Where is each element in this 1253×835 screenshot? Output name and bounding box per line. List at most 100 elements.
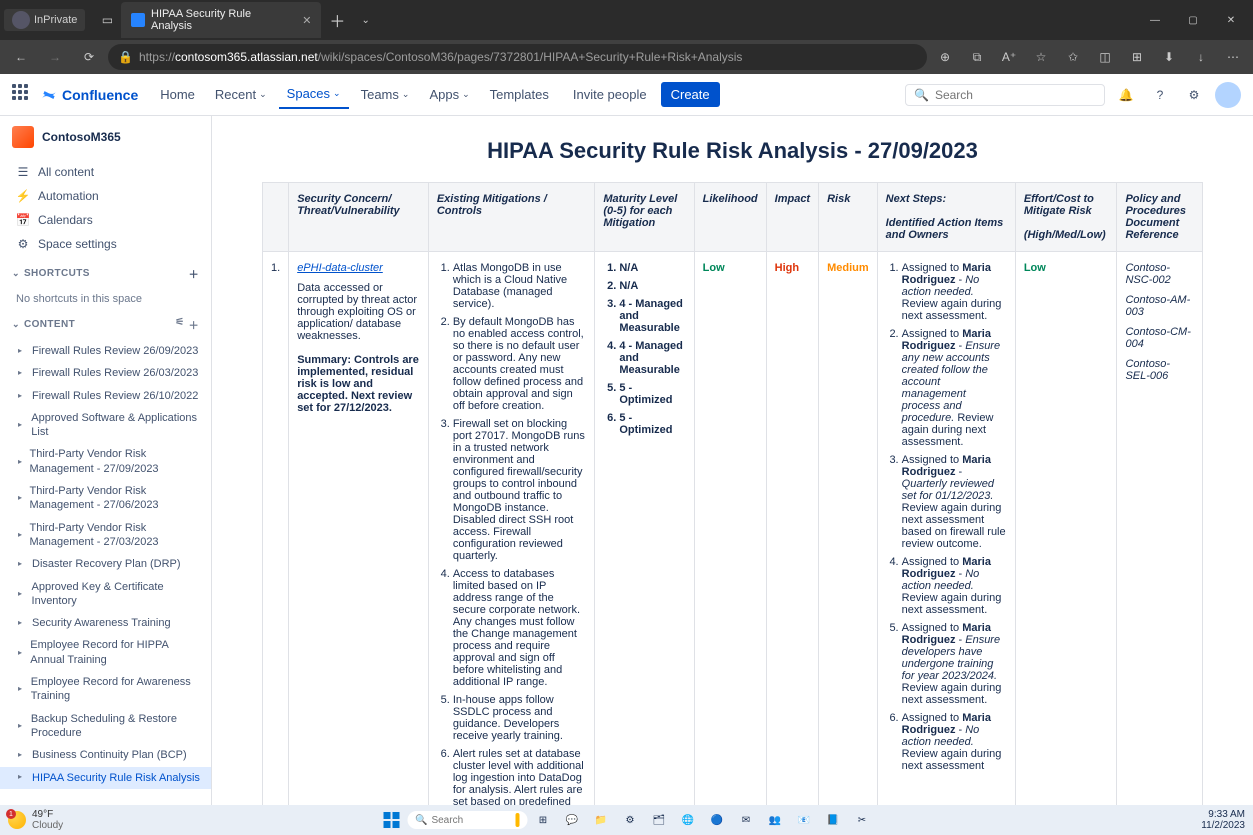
action-item: Assigned to Maria Rodriguez - No action … xyxy=(902,262,1007,322)
zoom-icon[interactable]: ⊕ xyxy=(931,43,959,71)
system-clock[interactable]: 9:33 AM 11/2/2023 xyxy=(1201,809,1245,831)
shortcuts-header[interactable]: ⌄ SHORTCUTS ＋ xyxy=(0,258,211,289)
windows-taskbar: 1 49°FCloudy 🔍 ⊞ 💬 📁 ⚙ 🗂 🌐 🔵 ✉ 👥 📧 📘 ✂ 9… xyxy=(0,805,1253,835)
help-icon[interactable]: ? xyxy=(1147,82,1173,108)
mail-icon[interactable]: ✉ xyxy=(733,808,759,832)
page-tree-item[interactable]: ▸Backup Scheduling & Restore Procedure xyxy=(0,708,211,745)
start-button[interactable] xyxy=(378,808,404,832)
sidebar-automation[interactable]: ⚡Automation xyxy=(0,184,211,208)
address-bar[interactable]: 🔒 https://contosom365.atlassian.net/wiki… xyxy=(108,44,927,70)
page-tree-item[interactable]: ▸Business Continuity Plan (BCP) xyxy=(0,744,211,766)
product-name: Confluence xyxy=(62,87,138,103)
action-item: Assigned to Maria Rodriguez - No action … xyxy=(902,556,1007,616)
invite-people-link[interactable]: Invite people xyxy=(573,87,647,102)
explorer-app-icon[interactable]: 🗂 xyxy=(646,808,672,832)
minimize-button[interactable]: ― xyxy=(1137,6,1173,34)
favorites-add-icon[interactable]: ✩ xyxy=(1059,43,1087,71)
concern-link[interactable]: ePHI-data-cluster xyxy=(297,262,383,274)
split-screen-icon[interactable]: ◫ xyxy=(1091,43,1119,71)
explorer-icon[interactable]: 📁 xyxy=(588,808,614,832)
settings-icon[interactable]: ⚙ xyxy=(1181,82,1207,108)
nav-teams[interactable]: Teams⌄ xyxy=(353,80,418,109)
settings-app-icon[interactable]: ⚙ xyxy=(617,808,643,832)
tab-actions-icon[interactable]: ▭ xyxy=(93,6,121,34)
downloads-icon[interactable]: ↓ xyxy=(1187,43,1215,71)
nav-apps[interactable]: Apps⌄ xyxy=(421,80,477,109)
page-label: HIPAA Security Rule Risk Analysis xyxy=(32,771,200,785)
nav-spaces[interactable]: Spaces⌄ xyxy=(279,80,349,109)
chat-icon[interactable]: 💬 xyxy=(559,808,585,832)
outlook-icon[interactable]: 📧 xyxy=(791,808,817,832)
page-tree-item[interactable]: ▸Employee Record for Awareness Training xyxy=(0,671,211,708)
search-input[interactable] xyxy=(935,88,1096,102)
page-tree-item[interactable]: ▸Third-Party Vendor Risk Management - 27… xyxy=(0,517,211,554)
app-switcher-icon[interactable] xyxy=(12,84,34,106)
page-tree-item[interactable]: ▸Approved Key & Certificate Inventory xyxy=(0,576,211,613)
page-tree-item[interactable]: ▸Firewall Rules Review 26/03/2023 xyxy=(0,362,211,384)
sidebar-space-settings[interactable]: ⚙Space settings xyxy=(0,232,211,256)
shopping-icon[interactable]: ⧉ xyxy=(963,43,991,71)
page-tree-item[interactable]: ▸Security Awareness Training xyxy=(0,612,211,634)
back-button[interactable]: ← xyxy=(6,42,36,72)
chrome-icon[interactable]: 🔵 xyxy=(704,808,730,832)
risk-cell: Medium xyxy=(819,252,878,806)
taskbar-search-input[interactable] xyxy=(431,815,511,826)
word-icon[interactable]: 📘 xyxy=(820,808,846,832)
page-tree-item[interactable]: ▸Firewall Rules Review 26/09/2023 xyxy=(0,340,211,362)
teams-icon[interactable]: 👥 xyxy=(762,808,788,832)
more-icon[interactable]: ⋯ xyxy=(1219,43,1247,71)
page-tree-item[interactable]: ▸Firewall Rules Review 26/10/2022 xyxy=(0,385,211,407)
browser-tab[interactable]: HIPAA Security Rule Analysis ✕ xyxy=(121,2,321,38)
col-next-steps: Next Steps:Identified Action Items and O… xyxy=(877,183,1015,252)
profile-avatar[interactable] xyxy=(1215,82,1241,108)
weather-widget[interactable]: 1 49°FCloudy xyxy=(8,809,63,831)
page-tree-item[interactable]: ▸Disaster Recovery Plan (DRP) xyxy=(0,553,211,575)
chevron-right-icon: ▸ xyxy=(18,457,24,467)
maximize-button[interactable]: ▢ xyxy=(1175,6,1211,34)
page-tree-item[interactable]: ▸HIPAA Security Rule Risk Analysis xyxy=(0,767,211,789)
nav-templates[interactable]: Templates xyxy=(482,80,557,109)
task-view-icon[interactable]: ⊞ xyxy=(530,808,556,832)
close-window-button[interactable]: ✕ xyxy=(1213,6,1249,34)
close-tab-icon[interactable]: ✕ xyxy=(302,14,311,27)
edge-icon[interactable]: 🌐 xyxy=(675,808,701,832)
snip-icon[interactable]: ✂ xyxy=(849,808,875,832)
profile-avatar-icon xyxy=(12,11,30,29)
add-shortcut-icon[interactable]: ＋ xyxy=(189,266,199,281)
page-tree: ▸Firewall Rules Review 26/09/2023▸Firewa… xyxy=(0,340,211,789)
page-tree-item[interactable]: ▸Employee Record for HIPPA Annual Traini… xyxy=(0,634,211,671)
col-effort: Effort/Cost to Mitigate Risk(High/Med/Lo… xyxy=(1015,183,1117,252)
mitigation-item: Firewall set on blocking port 27017. Mon… xyxy=(453,418,587,562)
taskbar-search[interactable]: 🔍 xyxy=(407,811,527,829)
chevron-right-icon: ▸ xyxy=(18,368,26,378)
extensions-icon[interactable]: ⊞ xyxy=(1123,43,1151,71)
notifications-icon[interactable]: 🔔 xyxy=(1113,82,1139,108)
risk-table: Security Concern/ Threat/Vulnerability E… xyxy=(262,182,1203,805)
page-tree-item[interactable]: ▸Third-Party Vendor Risk Management - 27… xyxy=(0,443,211,480)
refresh-button[interactable]: ⟳ xyxy=(74,42,104,72)
no-shortcuts-text: No shortcuts in this space xyxy=(0,289,211,309)
tab-dropdown-icon[interactable]: ⌄ xyxy=(361,15,369,26)
sidebar-all-content[interactable]: ☰All content xyxy=(0,160,211,184)
read-aloud-icon[interactable]: A⁺ xyxy=(995,43,1023,71)
col-mitigations: Existing Mitigations / Controls xyxy=(428,183,595,252)
nav-recent[interactable]: Recent⌄ xyxy=(207,80,275,109)
sidebar-calendars[interactable]: 📅Calendars xyxy=(0,208,211,232)
search-box[interactable]: 🔍 xyxy=(905,84,1105,106)
forward-button[interactable]: → xyxy=(40,42,70,72)
table-header-row: Security Concern/ Threat/Vulnerability E… xyxy=(263,183,1203,252)
create-button[interactable]: Create xyxy=(661,82,720,107)
page-label: Third-Party Vendor Risk Management - 27/… xyxy=(30,521,201,550)
page-tree-item[interactable]: ▸Third-Party Vendor Risk Management - 27… xyxy=(0,480,211,517)
page-tree-item[interactable]: ▸Approved Software & Applications List xyxy=(0,407,211,444)
nav-home[interactable]: Home xyxy=(152,80,203,109)
space-header[interactable]: ContosoM365 xyxy=(0,116,211,158)
content-header[interactable]: ⌄ CONTENT ⚟ ＋ xyxy=(0,309,211,340)
filter-icon[interactable]: ⚟ xyxy=(175,317,184,332)
new-tab-button[interactable]: ＋ xyxy=(329,8,345,32)
add-page-icon[interactable]: ＋ xyxy=(189,317,199,332)
chevron-down-icon: ⌄ xyxy=(402,89,410,100)
confluence-logo[interactable]: Confluence xyxy=(40,86,138,104)
collections-icon[interactable]: ⬇ xyxy=(1155,43,1183,71)
favorites-icon[interactable]: ☆ xyxy=(1027,43,1055,71)
